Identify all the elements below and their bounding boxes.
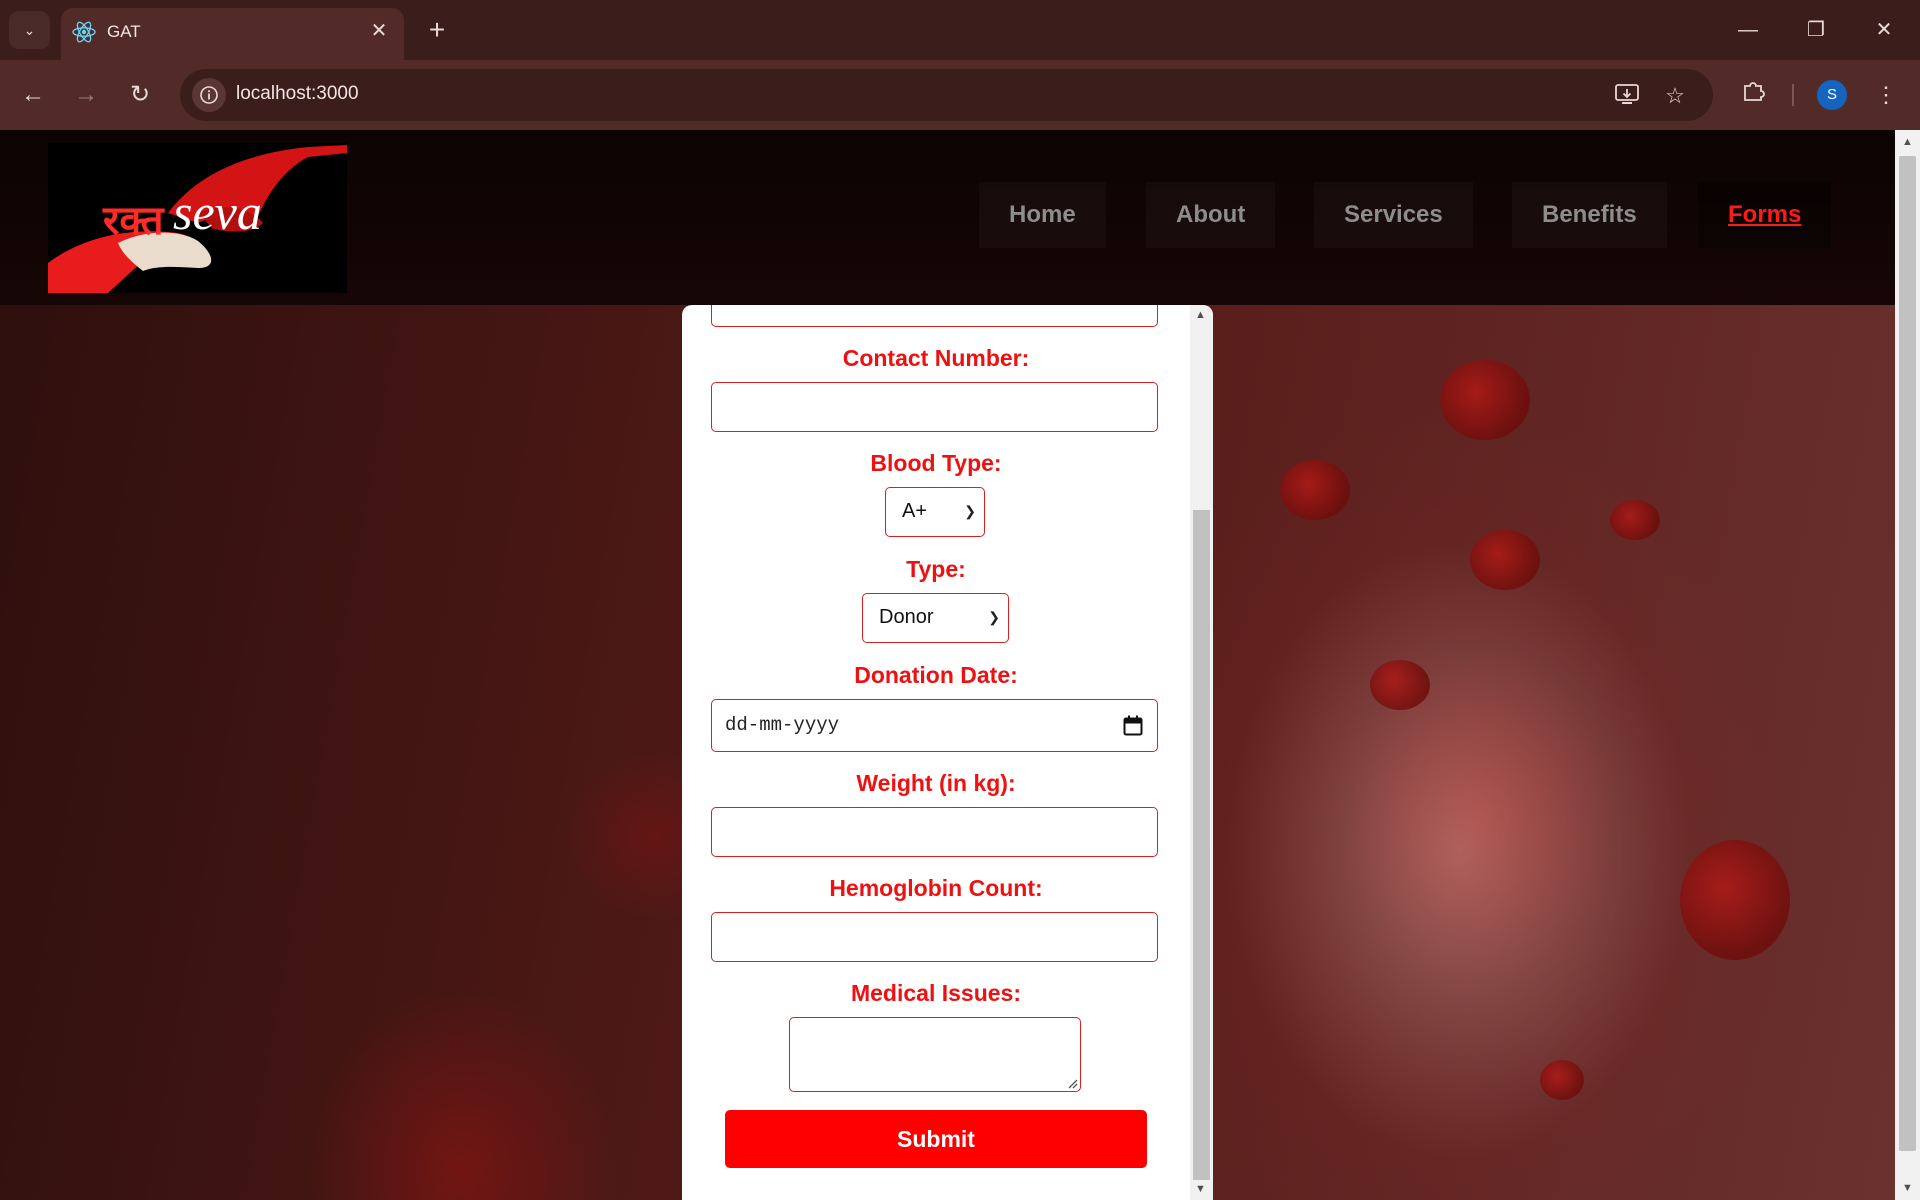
calendar-icon[interactable] [1123,715,1143,737]
new-tab-icon[interactable]: + [420,14,454,48]
extensions-icon[interactable] [1735,77,1771,113]
bookmark-star-icon[interactable]: ☆ [1660,81,1690,111]
blood-type-label: Blood Type: [870,450,1002,476]
url-text: localhost:3000 [236,83,359,104]
forward-arrow-icon[interactable]: → [68,77,104,113]
form-scrollbar-thumb[interactable] [1193,510,1210,1180]
tab-search-button[interactable]: ⌄ [9,11,50,49]
browser-toolbar: ← → ↻ localhost:3000 ☆ S ⋮ [0,60,1920,130]
profile-avatar[interactable]: S [1817,80,1847,110]
browser-tabstrip: ⌄ GAT ✕ + — ❐ ✕ [0,0,1920,60]
blood-cell-decoration [1440,360,1530,440]
blood-cell-decoration [1680,840,1790,960]
logo-text-latin: seva [173,184,262,240]
type-select[interactable]: Donor ❯ [862,593,1009,643]
form-scrollbar[interactable]: ▲ ▼ [1190,305,1213,1200]
chevron-down-icon: ❯ [964,503,976,519]
page-viewport: रक्त seva Home About Services Benefits F… [0,130,1920,1200]
blood-cell-decoration [1470,530,1540,590]
type-value: Donor [879,606,934,628]
back-arrow-icon[interactable]: ← [15,77,51,113]
nav-home-link[interactable]: Home [979,182,1106,248]
contact-number-input[interactable] [711,382,1158,432]
donor-form-panel: Contact Number: Blood Type: A+ ❯ Type: D… [682,305,1213,1200]
site-header: रक्त seva Home About Services Benefits F… [0,130,1895,305]
medical-issues-label: Medical Issues: [850,980,1022,1006]
donation-date-input[interactable]: dd-mm-yyyy [711,699,1158,752]
nav-services-link[interactable]: Services [1314,182,1473,248]
type-label: Type: [906,556,966,582]
date-placeholder: dd-mm-yyyy [725,714,840,736]
blood-type-select[interactable]: A+ ❯ [885,487,985,537]
site-info-icon[interactable] [192,78,226,112]
scroll-up-arrow-icon[interactable]: ▲ [1195,309,1206,321]
donor-form: Contact Number: Blood Type: A+ ❯ Type: D… [682,305,1190,1200]
scroll-down-arrow-icon[interactable]: ▼ [1195,1183,1206,1195]
react-favicon-icon [72,21,96,43]
hemoglobin-input[interactable] [711,912,1158,962]
window-close-icon[interactable]: ✕ [1854,10,1914,50]
more-menu-icon[interactable]: ⋮ [1868,77,1904,113]
browser-tab[interactable]: GAT ✕ [61,8,404,60]
nav-benefits-link[interactable]: Benefits [1512,182,1667,248]
contact-number-label: Contact Number: [842,345,1030,371]
blood-cell-decoration [1280,460,1350,520]
nav-forms-link[interactable]: Forms [1698,182,1832,248]
submit-button[interactable]: Submit [725,1110,1147,1168]
restore-icon[interactable]: ❐ [1786,10,1846,50]
address-bar[interactable]: localhost:3000 ☆ [180,69,1713,121]
toolbar-divider [1792,84,1794,106]
blood-cell-decoration [1540,1060,1584,1100]
page-scroll-down-icon[interactable]: ▼ [1902,1182,1913,1194]
install-app-icon[interactable] [1612,81,1642,111]
medical-issues-textarea[interactable] [789,1017,1081,1092]
page-scrollbar[interactable]: ▲ ▼ [1895,130,1920,1200]
donation-date-label: Donation Date: [854,662,1018,688]
chevron-down-icon: ❯ [988,609,1000,625]
chevron-down-icon: ⌄ [23,21,36,38]
close-tab-icon[interactable]: ✕ [366,18,392,44]
minimize-icon[interactable]: — [1718,10,1778,50]
blood-cell-decoration [1370,660,1430,710]
blood-type-value: A+ [902,500,928,522]
blood-cell-decoration [1610,500,1660,540]
resize-grip-icon[interactable] [1066,1077,1078,1089]
tab-title: GAT [107,22,141,41]
hemoglobin-label: Hemoglobin Count: [829,875,1043,901]
weight-label: Weight (in kg): [856,770,1016,796]
page-scroll-up-icon[interactable]: ▲ [1902,136,1913,148]
page-scrollbar-thumb[interactable] [1899,156,1916,1151]
logo-text-devanagari: रक्त [103,198,164,244]
reload-icon[interactable]: ↻ [122,77,158,113]
weight-input[interactable] [711,807,1158,857]
site-logo[interactable]: रक्त seva [48,143,347,293]
previous-field-input[interactable] [711,305,1158,327]
nav-about-link[interactable]: About [1146,182,1275,248]
